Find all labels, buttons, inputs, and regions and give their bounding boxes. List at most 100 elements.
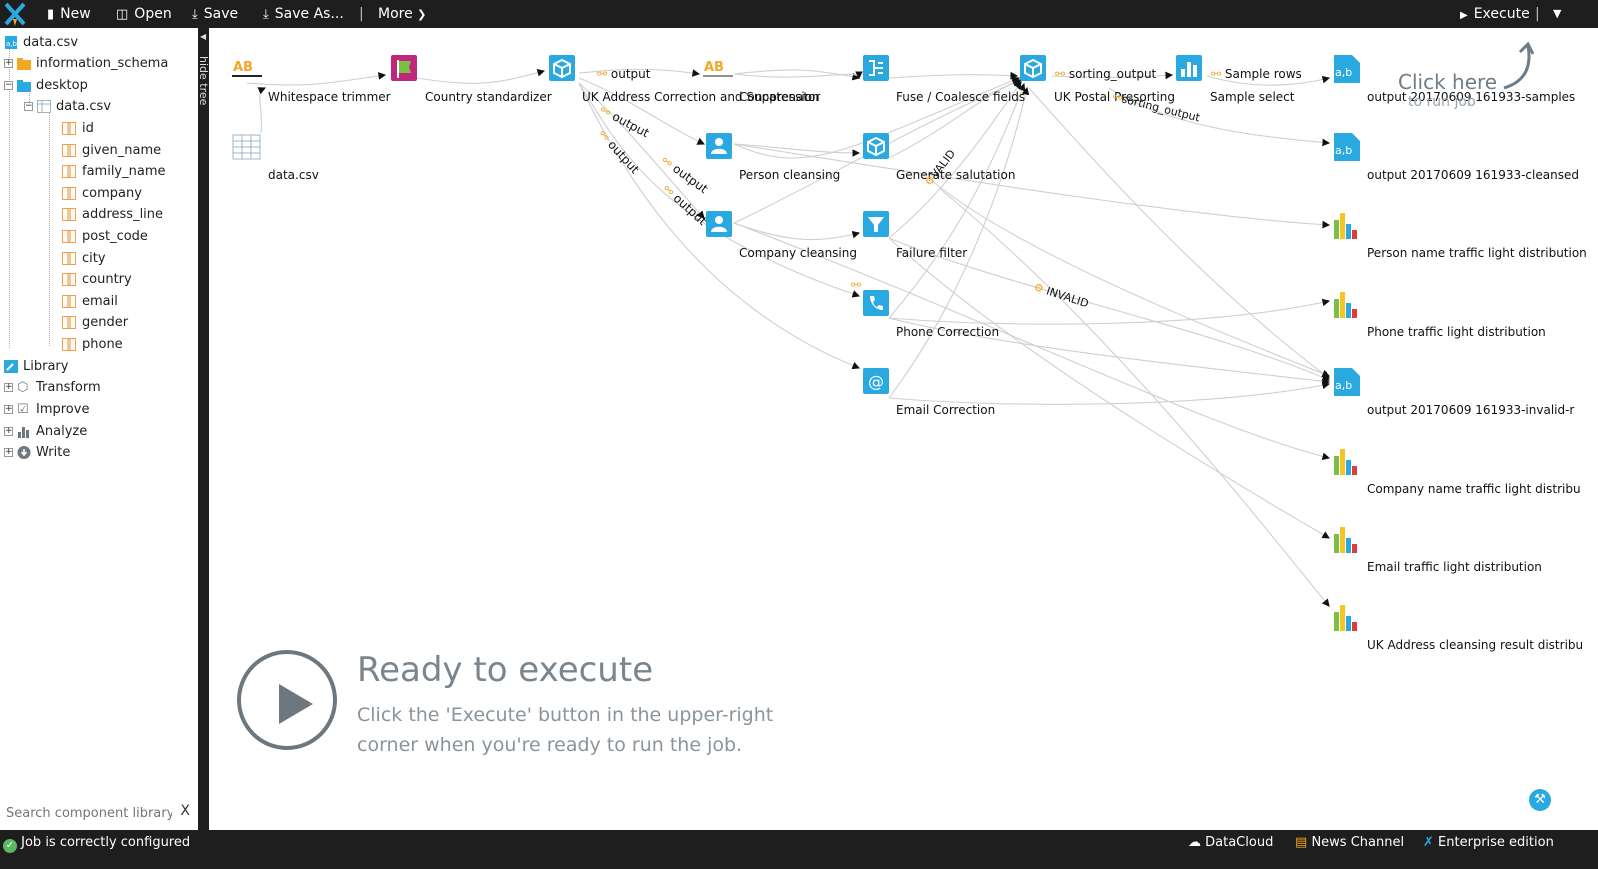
- node-datacsv-icon[interactable]: [232, 132, 262, 162]
- collapse-toggle-icon[interactable]: −: [24, 102, 33, 111]
- link: [888, 82, 1026, 319]
- tree-item-library[interactable]: Library: [4, 357, 68, 377]
- node-label-concatenator[interactable]: Concatenator: [739, 90, 820, 104]
- tree-item-desktop[interactable]: − desktop: [4, 76, 88, 96]
- library-item-write[interactable]: + Write: [4, 443, 70, 463]
- wrench-icon[interactable]: ⚒: [1529, 789, 1551, 811]
- node-sample-icon[interactable]: [1175, 54, 1205, 84]
- node-label-sample[interactable]: Sample select: [1210, 90, 1294, 104]
- node-label-person-tl[interactable]: Person name traffic light distribution: [1367, 246, 1587, 260]
- expand-toggle-icon[interactable]: +: [4, 383, 13, 392]
- edition-link[interactable]: ✗ Enterprise edition: [1423, 834, 1554, 851]
- app-logo-icon[interactable]: [2, 1, 28, 27]
- node-label-email-tl[interactable]: Email traffic light distribution: [1367, 560, 1542, 574]
- node-label-person[interactable]: Person cleansing: [739, 168, 840, 182]
- link-icon-output[interactable]: ⚯: [851, 278, 861, 292]
- job-status: ✓ Job is correctly configured: [3, 834, 190, 853]
- column-icon: [62, 316, 76, 330]
- node-label-phone-tl[interactable]: Phone traffic light distribution: [1367, 325, 1546, 339]
- execute-separator: |: [1535, 6, 1540, 22]
- node-label-whitespace[interactable]: Whitespace trimmer: [268, 90, 391, 104]
- node-whitespace-icon[interactable]: AB: [232, 54, 262, 84]
- node-label-fuse[interactable]: Fuse / Coalesce fields: [896, 90, 1025, 104]
- node-label-email[interactable]: Email Correction: [896, 403, 995, 417]
- node-postal-icon[interactable]: [1019, 54, 1049, 84]
- node-phone-tl-icon[interactable]: [1332, 289, 1362, 319]
- tree-item-table[interactable]: − data.csv: [24, 97, 111, 117]
- library-item-improve[interactable]: + ☑ Improve: [4, 400, 89, 420]
- node-email-tl-icon[interactable]: [1332, 524, 1362, 554]
- column-icon: [62, 186, 76, 200]
- node-person-icon[interactable]: [705, 132, 735, 162]
- node-label-out-invalid[interactable]: output 20170609 161933-invalid-r: [1367, 403, 1574, 417]
- node-label-out-cleansed[interactable]: output 20170609 161933-cleansed: [1367, 168, 1579, 182]
- collapse-toggle-icon[interactable]: −: [4, 81, 13, 90]
- node-company-tl-icon[interactable]: [1332, 446, 1362, 476]
- tree-item-datastore[interactable]: a,b data.csv: [4, 33, 78, 53]
- csv-file-icon: a,b: [5, 36, 18, 49]
- column-item-given-name[interactable]: given_name: [62, 141, 161, 161]
- save-button[interactable]: ⤓ Save: [192, 0, 238, 28]
- column-item-id[interactable]: id: [62, 119, 94, 139]
- svg-text:a,b: a,b: [1335, 66, 1352, 79]
- node-label-country[interactable]: Country standardizer: [425, 90, 552, 104]
- clear-search-button[interactable]: X: [180, 803, 190, 819]
- expand-toggle-icon[interactable]: +: [4, 427, 13, 436]
- column-item-phone[interactable]: phone: [62, 335, 123, 355]
- node-country-icon[interactable]: [390, 54, 420, 84]
- execute-button[interactable]: ▶ Execute: [1460, 0, 1530, 28]
- new-button[interactable]: ▮ New: [47, 0, 91, 28]
- node-concatenator-icon[interactable]: AB: [703, 54, 733, 84]
- link-label-sample-rows[interactable]: ⚯ Sample rows: [1211, 67, 1302, 81]
- curved-arrow-icon: [1503, 42, 1534, 90]
- execute-options-button[interactable]: ▼: [1553, 0, 1561, 28]
- node-company-icon[interactable]: [705, 210, 735, 240]
- node-uk-address-icon[interactable]: [548, 54, 578, 84]
- link-label-sorting-output[interactable]: ⚯ sorting_output: [1055, 67, 1156, 81]
- column-item-country[interactable]: country: [62, 270, 132, 290]
- search-input[interactable]: [4, 802, 174, 824]
- node-uk-result-icon[interactable]: [1332, 602, 1362, 632]
- play-icon: [279, 684, 313, 724]
- node-label-uk-result[interactable]: UK Address cleansing result distribu: [1367, 638, 1583, 652]
- node-label-phone[interactable]: Phone Correction: [896, 325, 999, 339]
- column-item-company[interactable]: company: [62, 184, 142, 204]
- column-item-city[interactable]: city: [62, 249, 106, 269]
- node-person-tl-icon[interactable]: [1332, 210, 1362, 240]
- play-button[interactable]: [237, 650, 337, 750]
- save-as-button[interactable]: ⤓ Save As...: [263, 0, 344, 28]
- more-menu-button[interactable]: More ❯: [378, 0, 426, 28]
- library-item-transform[interactable]: + ⬡ Transform: [4, 378, 101, 398]
- news-channel-link[interactable]: ▤ News Channel: [1295, 834, 1404, 851]
- node-email-icon[interactable]: @: [862, 367, 892, 397]
- link-label-output[interactable]: ⚯ output: [597, 67, 650, 81]
- node-out-cleansed-icon[interactable]: a,b: [1332, 132, 1362, 162]
- node-out-invalid-icon[interactable]: a,b: [1332, 367, 1362, 397]
- hide-tree-toggle[interactable]: hide tree: [197, 56, 210, 105]
- expand-toggle-icon[interactable]: +: [4, 59, 13, 68]
- expand-toggle-icon[interactable]: +: [4, 448, 13, 457]
- node-label-company-tl[interactable]: Company name traffic light distribu: [1367, 482, 1581, 496]
- column-item-post-code[interactable]: post_code: [62, 227, 148, 247]
- column-item-family-name[interactable]: family_name: [62, 162, 166, 182]
- node-label-company[interactable]: Company cleansing: [739, 246, 857, 260]
- column-item-email[interactable]: email: [62, 292, 118, 312]
- node-label-salutation[interactable]: Generate salutation: [896, 168, 1015, 182]
- expand-toggle-icon[interactable]: +: [4, 405, 13, 414]
- job-graph-canvas[interactable]: AB Whitespace trimmer data.csv Country stan…: [209, 28, 1598, 830]
- node-label-failure[interactable]: Failure filter: [896, 246, 967, 260]
- link-icon: ⚯: [1211, 67, 1222, 81]
- open-button[interactable]: ◫ Open: [116, 0, 172, 28]
- node-failure-icon[interactable]: [862, 210, 892, 240]
- datacloud-link[interactable]: ☁ DataCloud: [1188, 834, 1273, 851]
- tree-item-information-schema[interactable]: + information_schema: [4, 54, 168, 74]
- tree-splitter[interactable]: ◀ hide tree: [197, 28, 210, 830]
- library-item-analyze[interactable]: + Analyze: [4, 422, 87, 442]
- column-item-address-line[interactable]: address_line: [62, 205, 163, 225]
- column-item-gender[interactable]: gender: [62, 313, 128, 333]
- node-salutation-icon[interactable]: [862, 132, 892, 162]
- node-phone-icon[interactable]: [862, 289, 892, 319]
- node-out-samples-icon[interactable]: a,b: [1332, 54, 1362, 84]
- node-label-datacsv[interactable]: data.csv: [268, 168, 319, 182]
- node-fuse-icon[interactable]: [862, 54, 892, 84]
